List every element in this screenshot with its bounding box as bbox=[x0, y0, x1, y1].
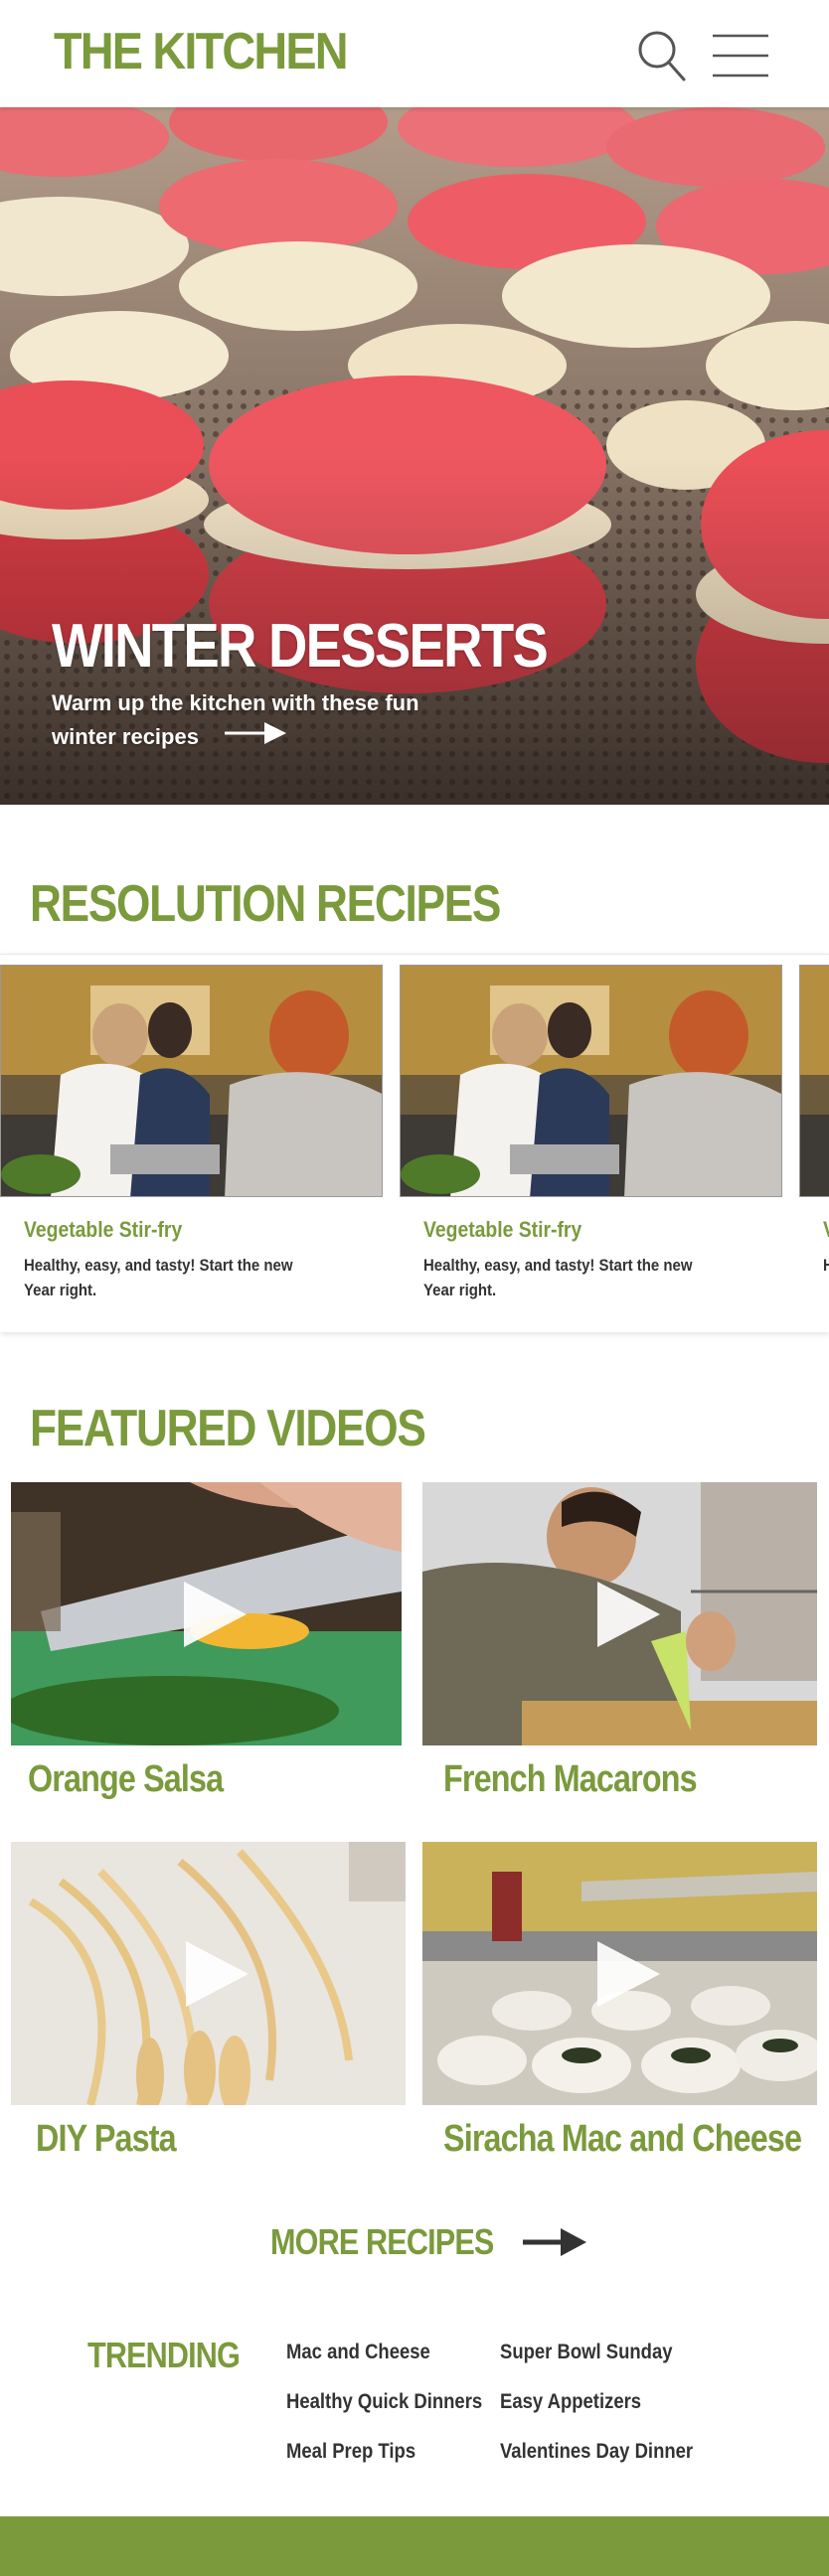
more-recipes-link[interactable]: MORE RECIPES bbox=[270, 2221, 587, 2263]
video-title[interactable]: DIY Pasta bbox=[36, 2118, 177, 2161]
recipe-image bbox=[799, 965, 829, 1197]
recipe-card[interactable]: V H Y bbox=[799, 965, 829, 1278]
hero-arrow-button[interactable] bbox=[225, 721, 287, 755]
video-thumbnail bbox=[422, 1842, 817, 2105]
hamburger-menu-icon bbox=[713, 34, 768, 77]
trending-link[interactable]: Meal Prep Tips bbox=[286, 2440, 415, 2464]
site-logo[interactable]: THE KITCHEN bbox=[54, 22, 349, 81]
hero-title: WINTER DESSERTS bbox=[52, 612, 549, 681]
play-icon bbox=[596, 1581, 660, 1647]
video-title[interactable]: Orange Salsa bbox=[28, 1758, 224, 1801]
play-icon bbox=[596, 1940, 660, 2007]
video-card-diy-pasta[interactable] bbox=[11, 1842, 406, 2105]
trending-link[interactable]: Mac and Cheese bbox=[286, 2341, 430, 2364]
recipe-description: H Y bbox=[823, 1253, 829, 1278]
search-button[interactable] bbox=[636, 28, 688, 83]
trending-link[interactable]: Easy Appetizers bbox=[500, 2390, 641, 2414]
featured-videos-title: FEATURED VIDEOS bbox=[30, 1400, 426, 1457]
site-header: THE KITCHEN bbox=[0, 0, 829, 107]
recipe-card[interactable]: Vegetable Stir-fry Healthy, easy, and ta… bbox=[0, 965, 383, 1302]
arrow-right-icon bbox=[225, 722, 287, 745]
video-title[interactable]: Siracha Mac and Cheese bbox=[443, 2118, 802, 2161]
recipe-title: V bbox=[823, 1217, 829, 1243]
trending-link[interactable]: Healthy Quick Dinners bbox=[286, 2390, 482, 2414]
video-card-french-macarons[interactable] bbox=[422, 1482, 817, 1745]
menu-button[interactable] bbox=[711, 32, 770, 79]
play-icon bbox=[185, 1940, 249, 2007]
trending-label: TRENDING bbox=[87, 2335, 241, 2375]
video-card-orange-salsa[interactable] bbox=[11, 1482, 402, 1745]
recipe-description: Healthy, easy, and tasty! Start the new … bbox=[423, 1256, 693, 1299]
recipe-image bbox=[0, 965, 383, 1197]
recipe-description: Healthy, easy, and tasty! Start the new … bbox=[24, 1256, 293, 1299]
hero-subtitle: Warm up the kitchen with these fun winte… bbox=[52, 686, 469, 755]
recipe-title: Vegetable Stir-fry bbox=[24, 1217, 183, 1242]
trending-link[interactable]: Valentines Day Dinner bbox=[500, 2440, 693, 2464]
recipe-card[interactable]: Vegetable Stir-fry Healthy, easy, and ta… bbox=[400, 965, 782, 1302]
play-icon bbox=[183, 1581, 247, 1647]
video-thumbnail bbox=[11, 1482, 402, 1745]
more-recipes-label: MORE RECIPES bbox=[270, 2221, 494, 2262]
resolution-recipes-title: RESOLUTION RECIPES bbox=[30, 875, 501, 933]
arrow-right-icon bbox=[523, 2228, 587, 2256]
search-icon bbox=[638, 31, 686, 81]
trending-link[interactable]: Super Bowl Sunday bbox=[500, 2341, 673, 2364]
video-thumbnail bbox=[11, 1842, 406, 2105]
video-title[interactable]: French Macarons bbox=[443, 1758, 698, 1801]
hero-banner[interactable]: WINTER DESSERTS Warm up the kitchen with… bbox=[0, 107, 829, 805]
hero-text: WINTER DESSERTS Warm up the kitchen with… bbox=[52, 614, 614, 755]
video-thumbnail bbox=[422, 1482, 817, 1745]
recipe-title: Vegetable Stir-fry bbox=[423, 1217, 582, 1242]
resolution-recipes-carousel[interactable]: Vegetable Stir-fry Healthy, easy, and ta… bbox=[0, 954, 829, 1332]
recipe-image bbox=[400, 965, 782, 1197]
footer-bar bbox=[0, 2516, 829, 2576]
video-card-siracha-mac-and-cheese[interactable] bbox=[422, 1842, 817, 2105]
